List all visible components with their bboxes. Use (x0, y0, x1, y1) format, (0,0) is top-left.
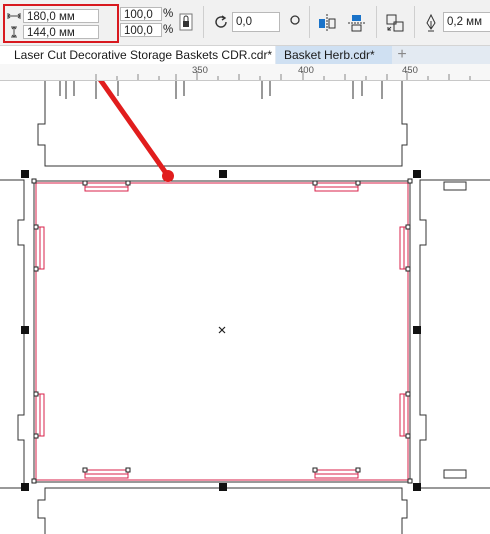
rotation-field[interactable]: 0,0 (232, 12, 280, 32)
circle-icon (290, 15, 300, 25)
width-field[interactable]: 180,0 мм (23, 9, 99, 23)
mirror-horizontal-button[interactable] (316, 12, 338, 34)
height-field[interactable]: 144,0 мм (23, 25, 99, 39)
separator (309, 6, 310, 38)
lock-ratio-icon (179, 13, 193, 31)
ruler-label-450: 450 (402, 65, 418, 76)
canvas-drawing (0, 81, 490, 534)
node-handles (31, 178, 413, 484)
transform-icon (386, 14, 404, 32)
ruler-label-350: 350 (192, 65, 208, 76)
pen-outline-icon (426, 13, 436, 32)
mirror-vertical-icon (348, 15, 366, 32)
scale-y-field[interactable]: 100,0 (120, 23, 162, 37)
scale-y-percent: % (163, 24, 174, 36)
scale-x-percent: % (163, 8, 174, 20)
tab-basket-herb[interactable]: Basket Herb.cdr* (276, 46, 392, 64)
width-icon (7, 10, 21, 22)
height-icon (7, 26, 21, 38)
mirror-horizontal-icon (319, 14, 336, 32)
center-marker-icon (218, 326, 226, 334)
ruler-label-400: 400 (298, 65, 314, 76)
size-fields-highlight: 180,0 мм 144,0 мм (3, 4, 119, 43)
mirror-vertical-button[interactable] (346, 12, 368, 34)
rotate-icon (215, 15, 227, 28)
outline-width-field[interactable]: 0,2 мм (443, 12, 490, 32)
circle-button[interactable] (288, 13, 302, 27)
top-panel-outline (37, 81, 408, 167)
tab-laser-cut-baskets[interactable]: Laser Cut Decorative Storage Baskets CDR… (0, 46, 275, 64)
horizontal-ruler[interactable]: 350 400 450 (0, 64, 490, 81)
separator (203, 6, 204, 38)
outline-pen-button[interactable] (421, 12, 441, 34)
bottom-panel-outline (37, 487, 408, 534)
height-row: 144,0 мм (7, 25, 99, 39)
selected-base-red (35, 182, 409, 481)
scale-x-field[interactable]: 100,0 (120, 7, 162, 21)
property-bar: 180,0 мм 144,0 мм 100,0 % 100,0 % 0,0 0,… (0, 0, 490, 46)
lock-ratio-button[interactable] (177, 12, 195, 32)
separator (414, 6, 415, 38)
rotate-button[interactable] (211, 12, 231, 32)
annotation-arrow (98, 81, 174, 182)
separator (376, 6, 377, 38)
document-tab-bar: Laser Cut Decorative Storage Baskets CDR… (0, 46, 490, 64)
drawing-canvas[interactable] (0, 81, 490, 534)
transform-button[interactable] (384, 12, 406, 34)
add-tab-icon[interactable]: + (395, 47, 409, 63)
width-row: 180,0 мм (7, 9, 99, 23)
selected-base-outline (33, 180, 411, 483)
